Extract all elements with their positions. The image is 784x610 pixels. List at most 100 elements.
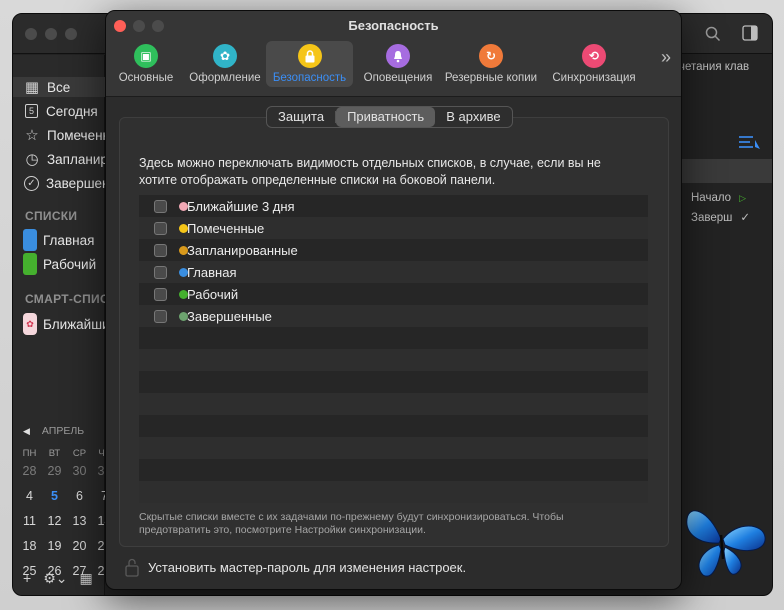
add-list-icon[interactable]: +: [23, 570, 31, 587]
empty-row: [139, 481, 648, 503]
sidebar-item-label: Все: [47, 79, 71, 95]
check-circle-icon: ✓: [24, 175, 39, 191]
tab-label: Безопасность: [272, 72, 347, 84]
list-name: Рабочий: [187, 286, 239, 302]
sync-icon: ⟲: [582, 44, 606, 68]
sidebar-item-label: Главная: [43, 232, 95, 248]
tab-label: Синхронизация: [552, 72, 636, 84]
minimize-window-button[interactable]: [45, 28, 57, 40]
calendar-day[interactable]: 6: [67, 489, 92, 503]
sidebar-item-all[interactable]: ▦ Все: [13, 77, 105, 97]
preferences-dialog: Безопасность ▣ Основные ✿ Оформление Без…: [105, 10, 682, 590]
calendar-week: 28 29 30 31: [17, 464, 117, 478]
segment-archive[interactable]: В архиве: [435, 107, 511, 127]
list-color-swatch: [23, 253, 37, 275]
tab-backups[interactable]: ↻ Резервные копии: [439, 41, 543, 87]
list-row[interactable]: Ближайшие 3 дня: [139, 195, 648, 217]
zoom-window-button[interactable]: [65, 28, 77, 40]
empty-row: [139, 415, 648, 437]
start-label: Начало ▷: [691, 192, 746, 204]
calendar-day[interactable]: 20: [67, 539, 92, 553]
hide-checkbox[interactable]: [154, 309, 167, 323]
privacy-description: Здесь можно переключать видимость отдель…: [139, 156, 601, 187]
lock-icon: [297, 44, 322, 68]
calendar-day[interactable]: 13: [67, 514, 92, 528]
hide-checkbox[interactable]: [154, 287, 167, 301]
hide-checkbox[interactable]: [154, 221, 167, 235]
list-row[interactable]: Главная: [139, 261, 648, 283]
calendar-toggle-icon[interactable]: ▦: [79, 570, 92, 587]
sidebar-footer: + ⚙⌄ ▦: [23, 570, 93, 587]
calendar-weekdays: ПН ВТ СР ЧТ: [17, 448, 117, 459]
hide-checkbox[interactable]: [154, 243, 167, 257]
calendar-day[interactable]: 11: [17, 514, 42, 528]
sidebar-item-label: Рабочий: [43, 256, 97, 272]
sidebar-section-lists: СПИСКИ: [25, 209, 78, 223]
empty-row: [139, 393, 648, 415]
list-color-swatch: [23, 229, 37, 251]
calendar-day[interactable]: 18: [17, 539, 42, 553]
segmented-control: Защита Приватность В архиве: [266, 106, 513, 128]
grid-icon: ▦: [24, 79, 40, 96]
tab-security[interactable]: Безопасность: [266, 41, 353, 87]
list-row[interactable]: Помеченные: [139, 217, 648, 239]
backup-icon: ↻: [479, 44, 503, 68]
calendar-day[interactable]: 30: [67, 464, 92, 478]
hide-checkbox[interactable]: [154, 199, 167, 213]
sort-icon[interactable]: [739, 135, 761, 151]
calendar-icon: 5: [25, 104, 38, 118]
list-name: Ближайшие 3 дня: [187, 198, 295, 214]
hide-checkbox[interactable]: [154, 265, 167, 279]
gear-icon[interactable]: ⚙⌄: [43, 570, 67, 587]
tab-sync[interactable]: ⟲ Синхронизация: [546, 41, 642, 87]
close-window-button[interactable]: [25, 28, 37, 40]
list-row[interactable]: Рабочий: [139, 283, 648, 305]
segment-protection[interactable]: Защита: [267, 107, 335, 127]
calendar-prev-icon[interactable]: ◀: [23, 426, 30, 436]
sidebar-toggle-icon[interactable]: [742, 25, 758, 42]
shortcuts-text: четания клав: [679, 61, 750, 73]
calendar-day[interactable]: 4: [17, 489, 42, 503]
empty-row: [139, 349, 648, 371]
list-name: Запланированные: [187, 242, 298, 258]
tab-label: Резервные копии: [444, 72, 538, 84]
calendar-day-today[interactable]: 5: [42, 489, 67, 503]
calendar-week: 4 5 6 7: [17, 489, 117, 503]
bell-icon: [386, 44, 410, 68]
weekday-label: ПН: [22, 448, 37, 459]
list-name: Главная: [187, 264, 237, 280]
star-icon: ☆: [25, 127, 39, 144]
calendar-day[interactable]: 12: [42, 514, 67, 528]
tab-general[interactable]: ▣ Основные: [114, 41, 178, 87]
general-icon: ▣: [134, 44, 158, 68]
list-name: Завершенные: [187, 308, 272, 324]
calendar-week: 11 12 13 14: [17, 514, 117, 528]
tab-appearance[interactable]: ✿ Оформление: [185, 41, 265, 87]
clock-icon: ◷: [25, 151, 39, 168]
tab-notifications[interactable]: Оповещения: [357, 41, 439, 87]
tab-label: Оповещения: [363, 72, 433, 84]
master-password-area[interactable]: Установить мастер-пароль для изменения н…: [124, 557, 466, 577]
list-name: Помеченные: [187, 220, 265, 236]
sidebar: ▦ Все 5 Сегодня ☆ Помеченные ◷ Запланиро…: [13, 55, 162, 595]
weekday-label: СР: [72, 448, 87, 459]
more-tabs-icon[interactable]: »: [661, 47, 671, 68]
calendar-day[interactable]: 19: [42, 539, 67, 553]
done-label: Заверш ✓: [691, 212, 750, 224]
list-row[interactable]: Запланированные: [139, 239, 648, 261]
sidebar-list-main[interactable]: Главная: [23, 229, 95, 251]
segment-privacy[interactable]: Приватность: [336, 107, 436, 127]
sidebar-item-today[interactable]: 5 Сегодня: [23, 101, 98, 121]
tab-label: Основные: [118, 72, 174, 84]
butterfly-image: [686, 510, 766, 577]
weekday-label: ВТ: [48, 448, 61, 459]
sidebar-list-work[interactable]: Рабочий: [23, 253, 97, 275]
smart-list-icon: ✿: [23, 313, 37, 335]
search-icon[interactable]: [705, 26, 721, 42]
sync-footnote: Скрытые списки вместе с их задачами по-п…: [139, 511, 564, 536]
calendar-day[interactable]: 29: [42, 464, 67, 478]
calendar-day[interactable]: 28: [17, 464, 42, 478]
calendar-month: ◀ АПРЕЛЬ: [23, 425, 84, 437]
list-row[interactable]: Завершенные: [139, 305, 648, 327]
padlock-icon[interactable]: [124, 557, 140, 577]
